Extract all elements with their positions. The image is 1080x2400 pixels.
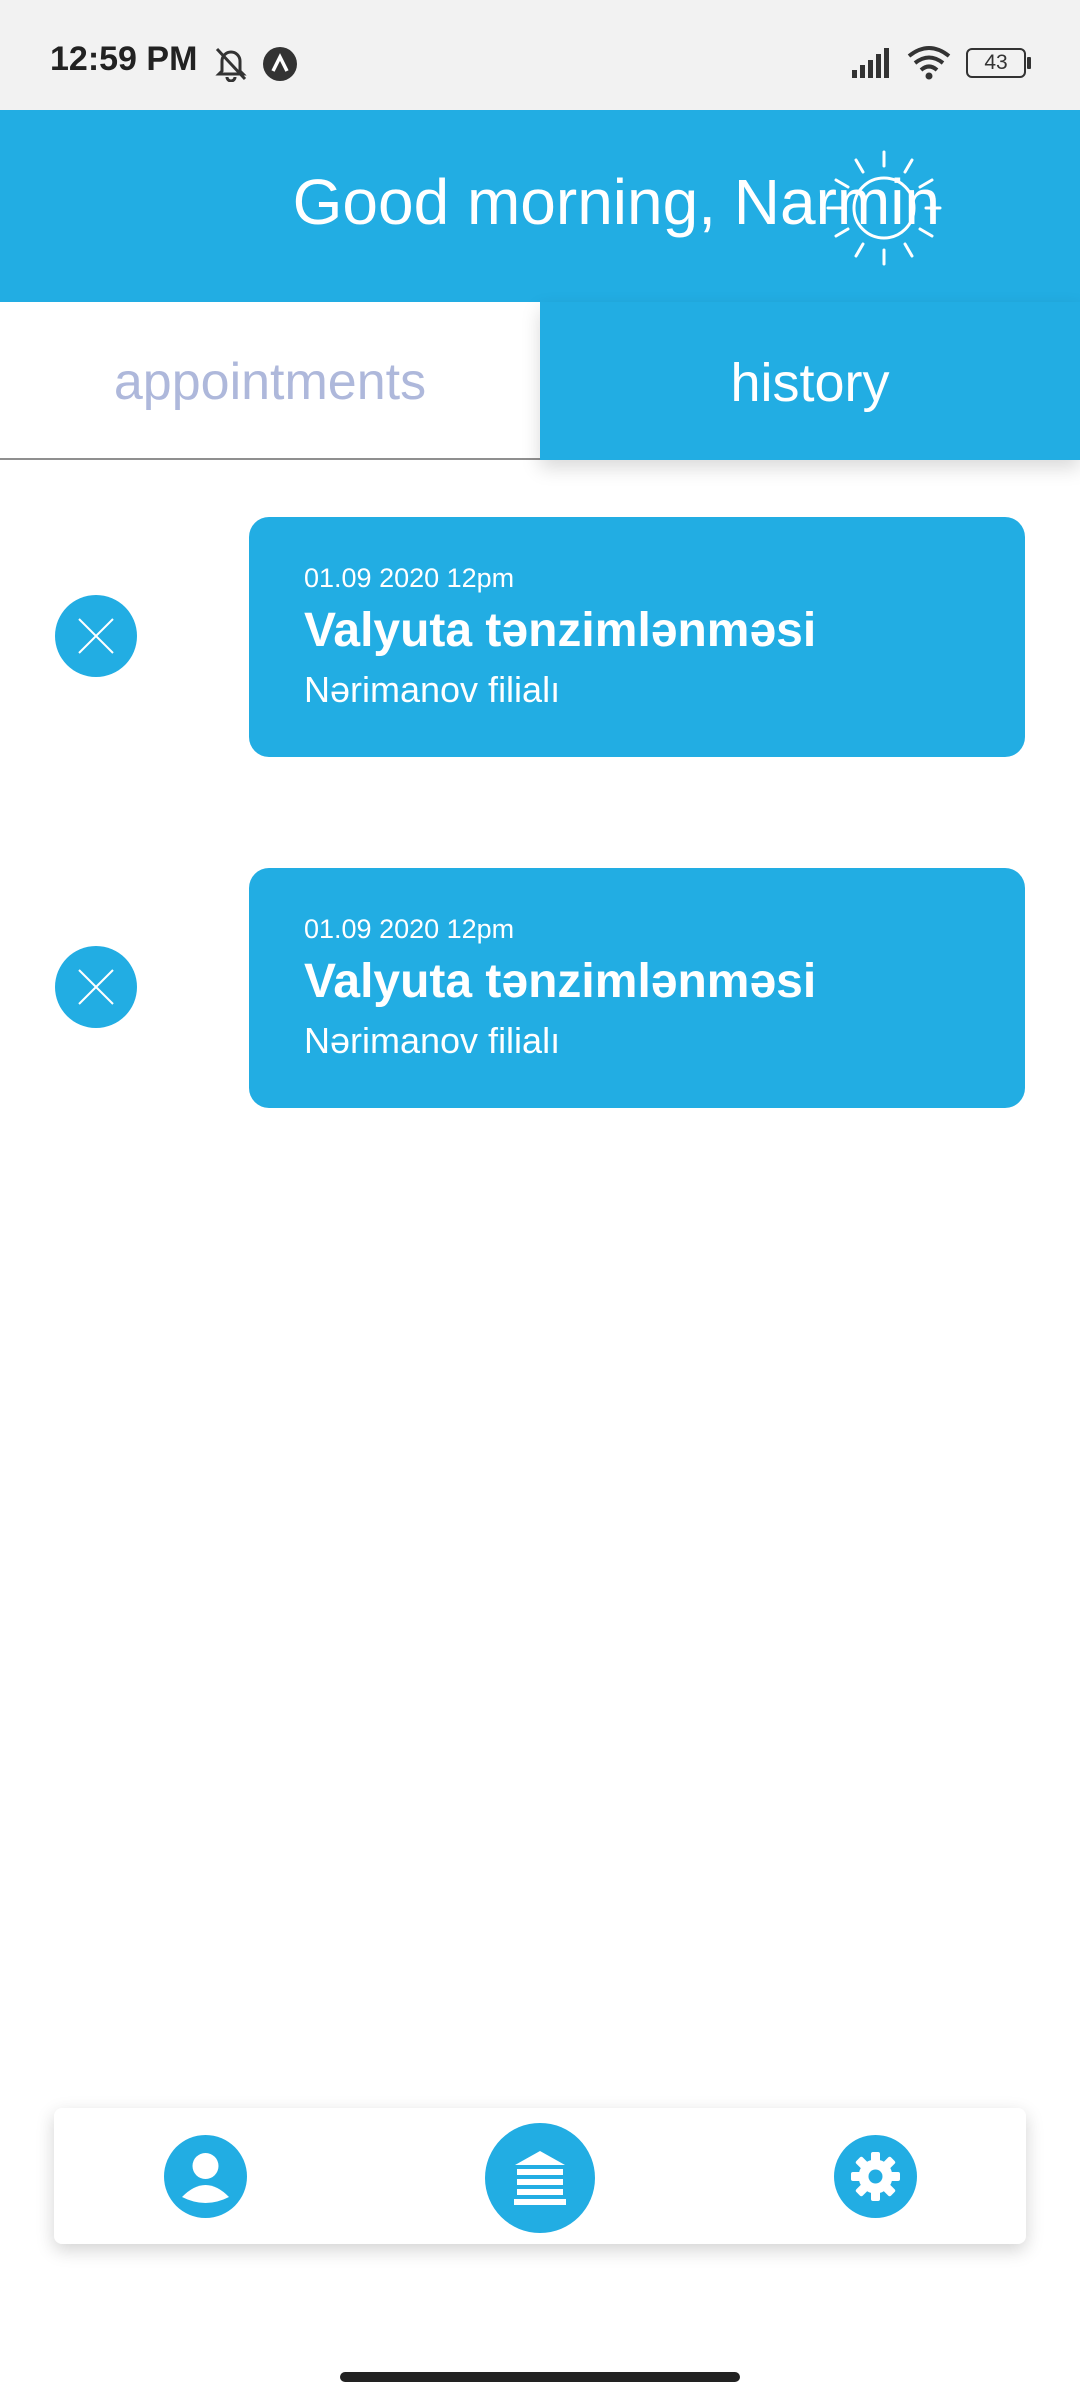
bell-off-icon xyxy=(215,47,247,82)
appointment-title: Valyuta tənzimlənməsi xyxy=(304,955,817,1008)
nav-profile-button[interactable] xyxy=(164,2135,247,2218)
cancel-appointment-button[interactable] xyxy=(55,595,137,677)
settings-icon xyxy=(851,2152,900,2201)
appointment-card[interactable]: 01.09 2020 12pm Valyuta tənzimlənməsi Nə… xyxy=(249,868,1025,1108)
home-indicator[interactable] xyxy=(340,2372,740,2382)
tab-appointments-label: appointments xyxy=(113,353,427,411)
status-bar: 12:59 PM 43 xyxy=(0,0,1080,110)
tab-bar: appointments history xyxy=(0,302,1080,460)
signal-icon xyxy=(852,48,889,78)
cancel-appointment-button[interactable] xyxy=(55,946,137,1028)
app-notification-icon xyxy=(263,47,297,81)
profile-icon xyxy=(182,2153,229,2203)
close-icon xyxy=(78,618,114,654)
appointment-date: 01.09 2020 12pm xyxy=(304,563,515,593)
appointment-title: Valyuta tənzimlənməsi xyxy=(304,604,817,657)
greeting-title: Good morning, Narmin xyxy=(292,166,940,238)
status-time: 12:59 PM xyxy=(50,40,198,78)
close-icon xyxy=(78,969,114,1005)
tab-history[interactable]: history xyxy=(540,302,1080,460)
appointment-date: 01.09 2020 12pm xyxy=(304,914,515,944)
battery-level: 43 xyxy=(984,51,1008,74)
nav-settings-button[interactable] xyxy=(834,2135,917,2218)
appointment-card[interactable]: 01.09 2020 12pm Valyuta tənzimlənməsi Nə… xyxy=(249,517,1025,757)
sun-icon xyxy=(826,150,942,266)
bank-icon xyxy=(514,2151,566,2205)
appointment-branch: Nərimanov filialı xyxy=(304,1020,561,1061)
tab-history-label: history xyxy=(730,353,890,413)
header: Good morning, Narmin xyxy=(0,110,1080,302)
bottom-nav xyxy=(54,2108,1026,2244)
tab-appointments[interactable]: appointments xyxy=(0,302,540,460)
appointment-branch: Nərimanov filialı xyxy=(304,669,561,710)
wifi-icon xyxy=(907,46,951,80)
nav-bank-button[interactable] xyxy=(485,2123,595,2233)
battery-icon: 43 xyxy=(966,48,1031,78)
